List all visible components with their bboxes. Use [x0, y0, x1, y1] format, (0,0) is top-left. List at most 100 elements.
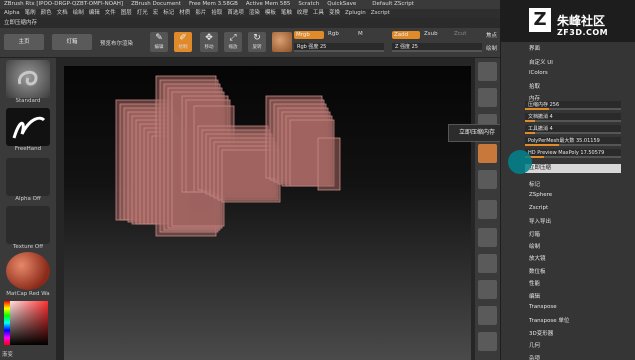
- menu-item[interactable]: 渲染: [249, 10, 260, 16]
- menu-item[interactable]: 首选项: [227, 10, 244, 16]
- panel-item[interactable]: 界面: [529, 44, 540, 52]
- menu-item[interactable]: 颜色: [41, 10, 52, 16]
- panel-item[interactable]: lColors: [529, 70, 548, 76]
- menu-item[interactable]: 标记: [163, 10, 174, 16]
- menu-item[interactable]: Zplugin: [345, 10, 366, 16]
- panel-item[interactable]: 几何: [529, 341, 540, 349]
- texture-thumbnail[interactable]: [6, 206, 50, 244]
- aahalf-button[interactable]: [478, 170, 497, 189]
- menu-item[interactable]: 宏: [153, 10, 159, 16]
- rgb-toggle[interactable]: Rgb: [328, 31, 339, 37]
- memory-slider[interactable]: 工具撤消 4: [525, 125, 621, 134]
- floor-button[interactable]: [478, 228, 497, 247]
- panel-item[interactable]: 编辑: [529, 292, 540, 300]
- memory-slider[interactable]: PolyPerMesh最大数 35.01159: [525, 137, 621, 146]
- slider-fill: [525, 120, 535, 122]
- menu-item[interactable]: 材质: [179, 10, 190, 16]
- zadd-toggle[interactable]: Zadd: [392, 31, 420, 39]
- panel-item[interactable]: 导入导出: [529, 217, 551, 225]
- panel-item[interactable]: 灯箱: [529, 230, 540, 238]
- hue-strip[interactable]: [4, 301, 10, 345]
- top-toolbar: 主页 灯箱 预览布尔渲染 ✎ 编辑 ✐ 绘制 ✥ 移动 ⤢ 缩放 ↻ 旋转 Mrgb Rg…: [0, 28, 500, 58]
- menu-item[interactable]: 文档: [57, 10, 68, 16]
- move-view-button[interactable]: [478, 280, 497, 299]
- menu-item[interactable]: 工具: [313, 10, 324, 16]
- alpha-thumbnail[interactable]: [6, 158, 50, 196]
- slider-fill: [525, 108, 549, 110]
- panel-item[interactable]: Transpose: [529, 304, 557, 310]
- gradient-label: 渐变: [2, 352, 14, 358]
- menu-item[interactable]: Zscript: [371, 10, 390, 16]
- persp-button[interactable]: [478, 200, 497, 219]
- stroke-thumbnail[interactable]: [6, 108, 50, 146]
- draw-button[interactable]: ✐ 绘制: [174, 32, 192, 52]
- panel-item[interactable]: Zscript: [529, 205, 548, 211]
- edit-button[interactable]: ✎ 编辑: [150, 32, 168, 52]
- z-intensity-slider[interactable]: Z 强度 25: [392, 43, 482, 52]
- menu-item[interactable]: 编辑: [89, 10, 100, 16]
- rotate-button[interactable]: ↻ 旋转: [248, 32, 266, 52]
- spix-button[interactable]: [478, 62, 497, 81]
- material-swatch[interactable]: [272, 32, 292, 52]
- watermark-title: 朱峰社区: [557, 14, 606, 28]
- mrgb-toggle[interactable]: Mrgb: [294, 31, 324, 39]
- menu-item[interactable]: 纹理: [297, 10, 308, 16]
- panel-item[interactable]: 拾取: [529, 82, 540, 90]
- stroke-name: FreeHand: [14, 146, 42, 152]
- cursor-highlight: [508, 150, 532, 174]
- title-item: Scratch: [298, 1, 320, 7]
- panel-item[interactable]: 3D变形器: [529, 329, 553, 337]
- scale-view-button[interactable]: [478, 306, 497, 325]
- document-canvas[interactable]: [64, 66, 471, 360]
- brush-thumbnail[interactable]: [6, 60, 50, 98]
- panel-item[interactable]: 放大镜: [529, 254, 546, 262]
- panel-item[interactable]: 标记: [529, 180, 540, 188]
- rgb-intensity-slider[interactable]: Rgb 强度 25: [294, 43, 384, 52]
- panel-item[interactable]: 数位板: [529, 267, 546, 275]
- frame-button[interactable]: [478, 254, 497, 273]
- m-toggle[interactable]: M: [358, 31, 363, 37]
- compact-memory-button[interactable]: 立即压缩: [525, 164, 621, 173]
- draw-icon: ✐: [179, 33, 187, 43]
- panel-item[interactable]: 绘制: [529, 242, 540, 250]
- preview-boolean-label: 预览布尔渲染: [100, 41, 134, 47]
- menu-item[interactable]: 图层: [121, 10, 132, 16]
- scroll-button[interactable]: [478, 88, 497, 107]
- standard-brush-icon: [18, 70, 38, 86]
- memory-slider[interactable]: 文档撤消 4: [525, 113, 621, 122]
- menu-item[interactable]: 拾取: [211, 10, 222, 16]
- rotate-view-button[interactable]: [478, 332, 497, 351]
- material-thumbnail[interactable]: [6, 252, 50, 290]
- preferences-panel: 权限界面自定义 UIlColors拾取内存压缩内存 256文档撤消 4工具撤消 …: [500, 0, 635, 360]
- move-button[interactable]: ✥ 移动: [200, 32, 218, 52]
- menu-item[interactable]: 变换: [329, 10, 340, 16]
- memory-slider[interactable]: 压缩内存 256: [525, 101, 621, 110]
- menu-item[interactable]: 绘制: [73, 10, 84, 16]
- title-item: Free Mem 3.58GB: [188, 1, 238, 7]
- lightbox-button[interactable]: 灯箱: [52, 34, 92, 50]
- actual-button[interactable]: [478, 144, 497, 163]
- zcut-toggle[interactable]: Zcut: [454, 31, 466, 37]
- mesh-preview: [115, 75, 341, 237]
- panel-item[interactable]: ZSphere: [529, 192, 552, 198]
- menu-item[interactable]: 文件: [105, 10, 116, 16]
- menu-item[interactable]: 笔刷: [25, 10, 36, 16]
- zsub-toggle[interactable]: Zsub: [424, 31, 438, 37]
- title-item: Default ZScript: [372, 1, 414, 7]
- panel-item[interactable]: 性能: [529, 279, 540, 287]
- menu-item[interactable]: 灯光: [137, 10, 148, 16]
- panel-item[interactable]: 杂项: [529, 354, 540, 360]
- menu-item[interactable]: 笔触: [281, 10, 292, 16]
- memory-slider[interactable]: HD Preview MaxPoly 17.50579: [525, 149, 621, 158]
- panel-item[interactable]: 自定义 UI: [529, 58, 553, 66]
- home-button[interactable]: 主页: [4, 34, 44, 50]
- panel-item[interactable]: Transpose 单位: [529, 316, 569, 324]
- scale-button[interactable]: ⤢ 缩放: [224, 32, 242, 52]
- menu-item[interactable]: Alpha: [4, 10, 20, 16]
- left-shelf: Standard FreeHand Alpha Off Texture Off …: [0, 58, 56, 360]
- color-picker[interactable]: [4, 301, 48, 345]
- menu-item[interactable]: 影片: [195, 10, 206, 16]
- title-item: ZBrush Rtx [IPOO-DRGP-QZBT-OMFI-NOAH]: [4, 1, 124, 7]
- menu-item[interactable]: 模板: [265, 10, 276, 16]
- edit-icon: ✎: [155, 33, 163, 43]
